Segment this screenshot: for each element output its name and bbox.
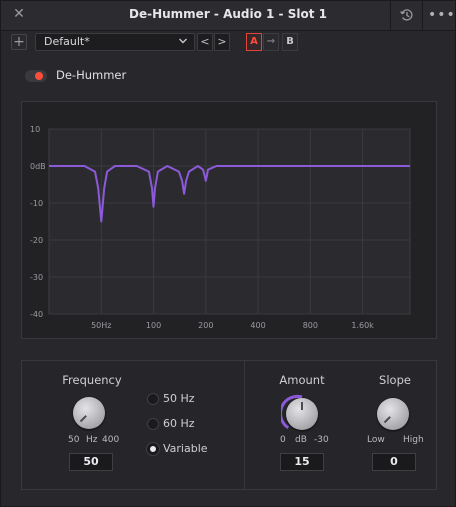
controls-divider xyxy=(244,361,245,489)
x-tick-label: 200 xyxy=(198,321,213,330)
history-icon[interactable] xyxy=(399,7,415,23)
y-tick-label: -40 xyxy=(30,310,43,319)
window-title: De-Hummer - Audio 1 - Slot 1 xyxy=(129,7,327,21)
amount-unit-label: dB xyxy=(295,435,307,445)
radio-variable[interactable] xyxy=(147,443,159,455)
slope-max-label: High xyxy=(403,435,424,445)
titlebar-divider xyxy=(422,1,423,30)
previous-preset-button[interactable]: < xyxy=(197,33,213,51)
more-icon[interactable]: ••• xyxy=(428,7,455,23)
amount-label: Amount xyxy=(279,373,325,387)
frequency-response-graph: 10 0dB -10 -20 -30 -40 50Hz 100 200 400 800 1.60k xyxy=(21,101,437,339)
frequency-knob[interactable] xyxy=(73,397,105,429)
effect-name: De-Hummer xyxy=(56,68,127,82)
titlebar-divider xyxy=(390,1,391,30)
graph-canvas: 10 0dB -10 -20 -30 -40 50Hz 100 200 400 800 1.60k xyxy=(30,125,411,330)
copy-a-to-b-button[interactable]: → xyxy=(263,33,279,51)
chevron-down-icon xyxy=(179,38,187,44)
frequency-knob-pointer xyxy=(79,415,87,423)
frequency-min-label: 50 xyxy=(68,435,80,445)
radio-60hz[interactable] xyxy=(147,418,159,430)
radio-50hz-label: 50 Hz xyxy=(163,392,195,405)
x-tick-label: 400 xyxy=(250,321,265,330)
frequency-max-label: 400 xyxy=(102,435,120,445)
slope-knob-pointer xyxy=(383,416,391,424)
controls-panel: Frequency 50 Hz 400 50 50 Hz 60 Hz Varia… xyxy=(21,360,437,490)
compare-b-button[interactable]: B xyxy=(282,33,298,51)
preset-dropdown[interactable]: Default* xyxy=(35,33,195,51)
compare-a-button[interactable]: A xyxy=(246,33,262,51)
frequency-value-field[interactable]: 50 xyxy=(69,453,113,471)
radio-variable-label: Variable xyxy=(163,442,208,455)
effect-enable-toggle[interactable] xyxy=(25,70,47,82)
slope-value-field[interactable]: 0 xyxy=(372,453,416,471)
amount-knob[interactable] xyxy=(286,398,318,430)
plot-area xyxy=(48,128,411,315)
amount-value-field[interactable]: 15 xyxy=(280,453,324,471)
amount-max-label: -30 xyxy=(314,435,329,445)
radio-50hz[interactable] xyxy=(147,393,159,405)
preset-value: Default* xyxy=(44,35,90,48)
slope-min-label: Low xyxy=(367,435,385,445)
x-tick-label: 1.60k xyxy=(351,321,374,330)
next-preset-button[interactable]: > xyxy=(214,33,230,51)
frequency-label: Frequency xyxy=(62,373,122,387)
x-tick-label: 800 xyxy=(303,321,318,330)
x-tick-label: 100 xyxy=(146,321,161,330)
preset-toolbar: + Default* < > A → B xyxy=(1,31,455,53)
radio-60hz-label: 60 Hz xyxy=(163,417,195,430)
y-tick-label: 0dB xyxy=(30,162,46,171)
amount-knob-pointer xyxy=(301,402,303,410)
y-tick-label: -30 xyxy=(30,273,43,282)
y-tick-label: -10 xyxy=(30,199,43,208)
x-tick-label: 50Hz xyxy=(91,321,111,330)
slope-label: Slope xyxy=(379,373,411,387)
frequency-unit-label: Hz xyxy=(86,435,98,445)
y-tick-label: 10 xyxy=(30,125,40,134)
slope-knob[interactable] xyxy=(377,398,409,430)
y-tick-label: -20 xyxy=(30,236,43,245)
enabled-indicator xyxy=(35,72,43,80)
add-preset-button[interactable]: + xyxy=(11,34,27,50)
title-bar: ✕ De-Hummer - Audio 1 - Slot 1 ••• xyxy=(1,1,455,31)
dehummer-window: ✕ De-Hummer - Audio 1 - Slot 1 ••• + Def… xyxy=(0,0,456,507)
amount-min-label: 0 xyxy=(280,435,286,445)
